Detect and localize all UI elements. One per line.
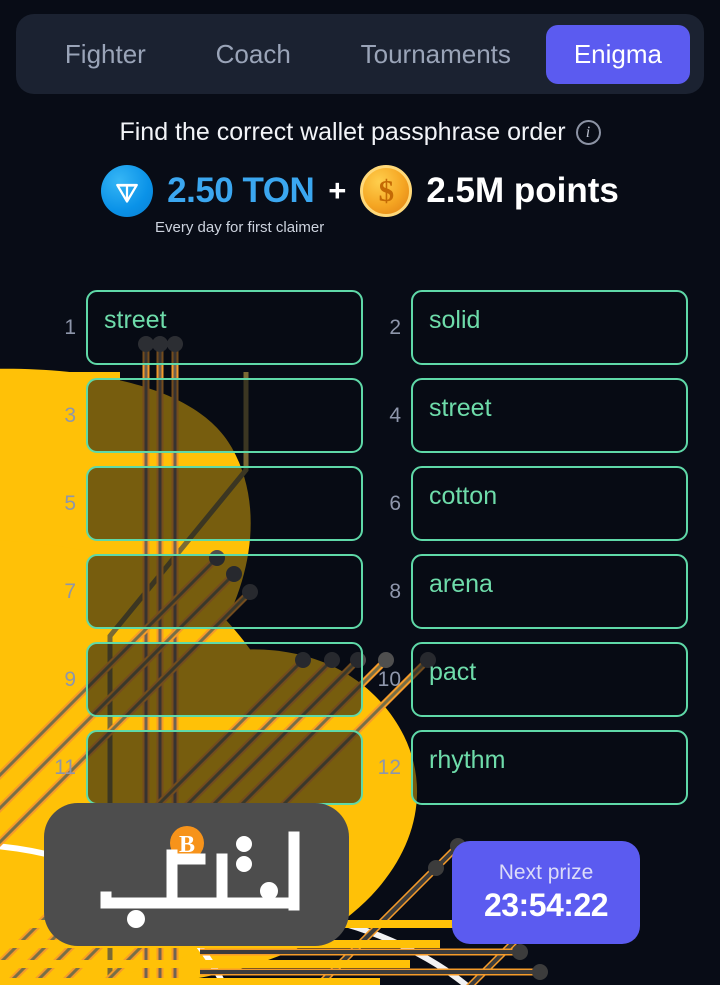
word-value: solid (429, 306, 481, 334)
passphrase-slot-11: 11 (52, 730, 363, 805)
word-input-11[interactable] (86, 730, 363, 805)
slot-number: 7 (64, 579, 76, 603)
word-input-4[interactable]: street (411, 378, 688, 453)
slot-number: 10 (377, 667, 401, 691)
word-value: rhythm (429, 746, 506, 774)
ton-amount: 2.50 TON (167, 171, 315, 210)
arabic-wordmark-logo: B (100, 825, 299, 928)
word-input-2[interactable]: solid (411, 290, 688, 365)
passphrase-slot-7: 7 (52, 554, 363, 629)
tab-bar: Fighter Coach Tournaments Enigma (16, 14, 704, 94)
word-value: street (429, 394, 492, 422)
slot-number: 4 (389, 403, 401, 427)
prize-summary-row: 2.50 TON + $ 2.5M points Every day for f… (0, 165, 720, 236)
passphrase-slot-10: 10 pact (377, 642, 688, 717)
word-value: pact (429, 658, 477, 686)
word-input-7[interactable] (86, 554, 363, 629)
plus-sign: + (328, 173, 347, 208)
slot-number: 12 (377, 755, 401, 779)
next-prize-panel[interactable]: Next prize 23:54:22 (452, 841, 640, 944)
points-amount: 2.5M points (426, 171, 619, 210)
slot-number: 3 (64, 403, 76, 427)
passphrase-slot-6: 6 cotton (377, 466, 688, 541)
slot-number: 6 (389, 491, 401, 515)
word-input-8[interactable]: arena (411, 554, 688, 629)
passphrase-slot-2: 2 solid (377, 290, 688, 365)
slot-number: 9 (64, 667, 76, 691)
ton-logo-icon (101, 165, 154, 217)
slot-number: 8 (389, 579, 401, 603)
brand-logo-chip[interactable]: B (44, 803, 349, 946)
word-input-5[interactable] (86, 466, 363, 541)
dollar-coin-icon: $ (360, 165, 413, 217)
title-row: Find the correct wallet passphrase order… (0, 118, 720, 147)
word-input-3[interactable] (86, 378, 363, 453)
claimer-note: Every day for first claimer (155, 219, 325, 236)
word-input-1[interactable]: street (86, 290, 363, 365)
slot-number: 5 (64, 491, 76, 515)
tab-fighter[interactable]: Fighter (30, 25, 181, 84)
slot-number: 1 (64, 315, 76, 339)
word-input-10[interactable]: pact (411, 642, 688, 717)
passphrase-slot-12: 12 rhythm (377, 730, 688, 805)
slot-number: 11 (54, 755, 76, 779)
word-input-12[interactable]: rhythm (411, 730, 688, 805)
next-prize-label: Next prize (498, 861, 594, 884)
word-value: street (104, 306, 167, 334)
passphrase-slot-4: 4 street (377, 378, 688, 453)
info-icon[interactable]: i (575, 120, 601, 145)
word-value: cotton (429, 482, 498, 510)
slot-number: 2 (389, 315, 401, 339)
passphrase-slot-9: 9 (52, 642, 363, 717)
passphrase-slot-3: 3 (52, 378, 363, 453)
prize-header: Find the correct wallet passphrase order… (0, 118, 720, 236)
passphrase-slot-5: 5 (52, 466, 363, 541)
tab-tournaments[interactable]: Tournaments (326, 25, 546, 84)
word-value: arena (429, 570, 493, 598)
passphrase-grid: 1 street 2 solid 3 4 street 5 6 cotton 7… (0, 290, 720, 805)
passphrase-slot-8: 8 arena (377, 554, 688, 629)
page-title: Find the correct wallet passphrase order (119, 118, 566, 146)
word-input-6[interactable]: cotton (411, 466, 688, 541)
tab-enigma[interactable]: Enigma (545, 24, 690, 84)
tab-coach[interactable]: Coach (181, 25, 326, 84)
next-prize-timer: 23:54:22 (483, 887, 609, 923)
passphrase-slot-1: 1 street (52, 290, 363, 365)
top-navigation: Fighter Coach Tournaments Enigma (0, 0, 720, 94)
word-input-9[interactable] (86, 642, 363, 717)
